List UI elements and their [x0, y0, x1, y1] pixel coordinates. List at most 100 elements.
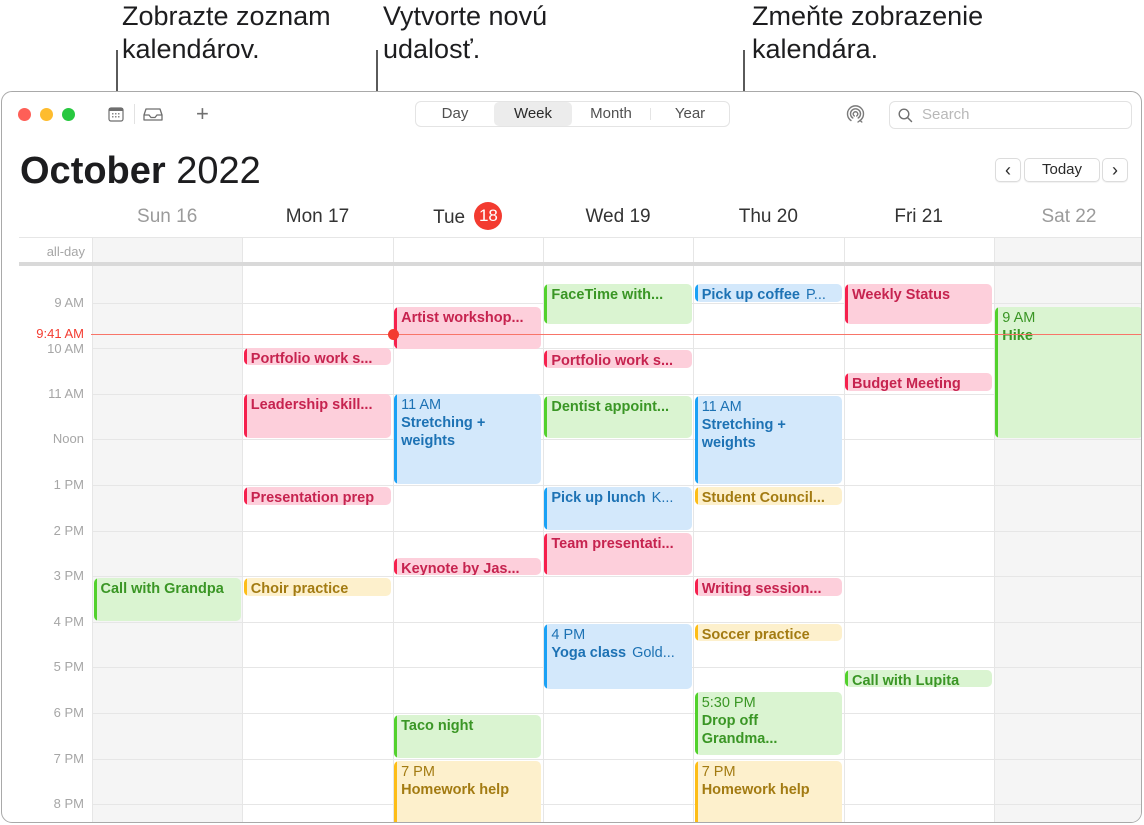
- day-header-sat[interactable]: Sat 22: [994, 204, 1141, 230]
- event-block[interactable]: Call with Lupita: [845, 669, 993, 687]
- previous-week-button[interactable]: ‹: [995, 158, 1021, 182]
- view-switcher: Day Week Month Year: [415, 101, 730, 127]
- all-day-cell[interactable]: [993, 238, 1141, 265]
- all-day-separator: [19, 262, 1141, 266]
- event-block[interactable]: 4 PM Yoga class Gold...: [544, 624, 692, 690]
- event-time: 4 PM: [551, 627, 586, 644]
- event-block[interactable]: Presentation prep: [243, 487, 392, 505]
- event-title: Team presentati...: [551, 535, 674, 552]
- search-field[interactable]: [889, 101, 1132, 129]
- all-day-cell[interactable]: [242, 238, 393, 265]
- event-block[interactable]: Keynote by Jas...: [394, 557, 542, 576]
- hour-label: 3 PM: [53, 568, 84, 584]
- minimize-window-button[interactable]: [40, 108, 53, 121]
- event-block[interactable]: Student Council...: [694, 487, 842, 505]
- event-block[interactable]: Artist workshop...: [394, 307, 542, 350]
- hour-label: 8 PM: [53, 796, 84, 812]
- event-block[interactable]: Taco night: [394, 715, 542, 758]
- hour-label: 10 AM: [47, 341, 84, 357]
- event-block[interactable]: Soccer practice: [694, 624, 842, 642]
- day-number: 20: [776, 206, 798, 227]
- event-title-row: Choir practice: [251, 580, 385, 595]
- plus-icon[interactable]: +: [196, 101, 209, 127]
- hour-label: 5 PM: [53, 659, 84, 675]
- view-year-button[interactable]: Year: [651, 102, 729, 126]
- inbox-tray-icon[interactable]: [143, 107, 163, 127]
- event-title-row: FaceTime with...: [551, 286, 685, 304]
- event-title: Artist workshop...: [401, 310, 524, 327]
- event-block[interactable]: 7 PM Homework help: [394, 760, 542, 822]
- event-title: Budget Meeting: [852, 376, 961, 391]
- event-title: Student Council...: [701, 490, 825, 505]
- today-button[interactable]: Today: [1024, 158, 1100, 182]
- callout-calendar-list: Zobrazte zoznam kalendárov.: [122, 0, 331, 66]
- day-column-sun[interactable]: [92, 266, 244, 822]
- all-day-cell[interactable]: [843, 238, 995, 265]
- event-block[interactable]: Portfolio work s...: [544, 350, 692, 368]
- search-input[interactable]: [920, 105, 1124, 124]
- event-title: Hike: [1002, 328, 1033, 345]
- event-title-row: Pick up lunch K...: [551, 489, 685, 507]
- event-title: FaceTime with...: [551, 287, 664, 304]
- day-name: Tue: [433, 207, 466, 229]
- airdrop-icon[interactable]: [846, 105, 865, 129]
- event-block[interactable]: Choir practice: [243, 578, 392, 596]
- event-title-row: Call with Lupita: [852, 672, 986, 687]
- next-week-button[interactable]: ›: [1102, 158, 1128, 182]
- all-day-cell[interactable]: [693, 238, 844, 265]
- event-block[interactable]: Team presentati...: [544, 532, 692, 576]
- day-column-fri[interactable]: [843, 266, 995, 822]
- day-name: Thu: [738, 206, 772, 227]
- all-day-cell[interactable]: [92, 238, 244, 265]
- event-block[interactable]: 11 AM Stretching + weights: [394, 393, 542, 484]
- current-time-line: [91, 333, 1141, 335]
- day-header-sun[interactable]: Sun 16: [92, 204, 242, 230]
- event-block[interactable]: Writing session...: [694, 578, 842, 596]
- event-block[interactable]: 11 AM Stretching + weights: [694, 396, 842, 484]
- zoom-window-button[interactable]: [62, 108, 75, 121]
- hour-label: 6 PM: [53, 705, 84, 720]
- day-header-mon[interactable]: Mon 17: [242, 204, 392, 230]
- event-title: Keynote by Jas...: [401, 560, 520, 576]
- event-time: 11 AM: [401, 396, 442, 413]
- event-block[interactable]: 5:30 PM Drop off Grandma...: [694, 692, 842, 756]
- event-title-row: Budget Meeting: [852, 375, 986, 390]
- event-block[interactable]: Portfolio work s...: [243, 348, 392, 366]
- event-block[interactable]: 9 AM Hike: [995, 307, 1141, 439]
- event-block[interactable]: Budget Meeting: [845, 373, 993, 391]
- view-day-button[interactable]: Day: [416, 102, 494, 126]
- view-month-button[interactable]: Month: [572, 102, 650, 126]
- event-title: Taco night: [401, 718, 474, 735]
- event-block[interactable]: Pick up coffee P...: [694, 284, 842, 302]
- hour-gridline: [92, 713, 1141, 714]
- event-block[interactable]: FaceTime with...: [544, 284, 692, 325]
- calendar-list-icon[interactable]: [108, 107, 124, 127]
- event-title-row: Keynote by Jas...: [401, 560, 535, 575]
- event-block[interactable]: Call with Grandpa: [93, 578, 241, 621]
- hour-gridline: [92, 485, 1141, 486]
- page-title: October 2022: [20, 150, 261, 193]
- event-block[interactable]: Weekly Status: [845, 284, 993, 325]
- view-week-button[interactable]: Week: [494, 102, 572, 126]
- event-time: 7 PM: [701, 763, 736, 780]
- event-block[interactable]: Dentist appoint...: [544, 396, 692, 439]
- close-window-button[interactable]: [18, 108, 31, 121]
- event-block[interactable]: Pick up lunch K...: [544, 487, 692, 530]
- event-block[interactable]: 7 PM Homework help: [694, 760, 842, 822]
- all-day-row: all-day: [19, 237, 1141, 265]
- callout-text: Zmeňte zobrazenie: [752, 1, 984, 31]
- all-day-label: all-day: [46, 244, 85, 259]
- event-title-row: Taco night: [401, 717, 535, 735]
- day-header-wed[interactable]: Wed 19: [543, 204, 693, 230]
- event-title: Portfolio work s...: [250, 351, 373, 366]
- day-header-tue[interactable]: Tue 18: [393, 202, 543, 230]
- day-header-thu[interactable]: Thu 20: [693, 204, 843, 230]
- event-title-row: Pick up coffee P...: [702, 286, 836, 301]
- all-day-cell[interactable]: [392, 238, 544, 265]
- day-number: 19: [629, 206, 651, 227]
- current-time-label: 9:41 AM: [36, 325, 84, 341]
- callout-text: Zobrazte zoznam: [122, 1, 331, 31]
- day-header-fri[interactable]: Fri 21: [844, 204, 994, 230]
- all-day-cell[interactable]: [542, 238, 694, 265]
- event-block[interactable]: Leadership skill...: [243, 393, 392, 439]
